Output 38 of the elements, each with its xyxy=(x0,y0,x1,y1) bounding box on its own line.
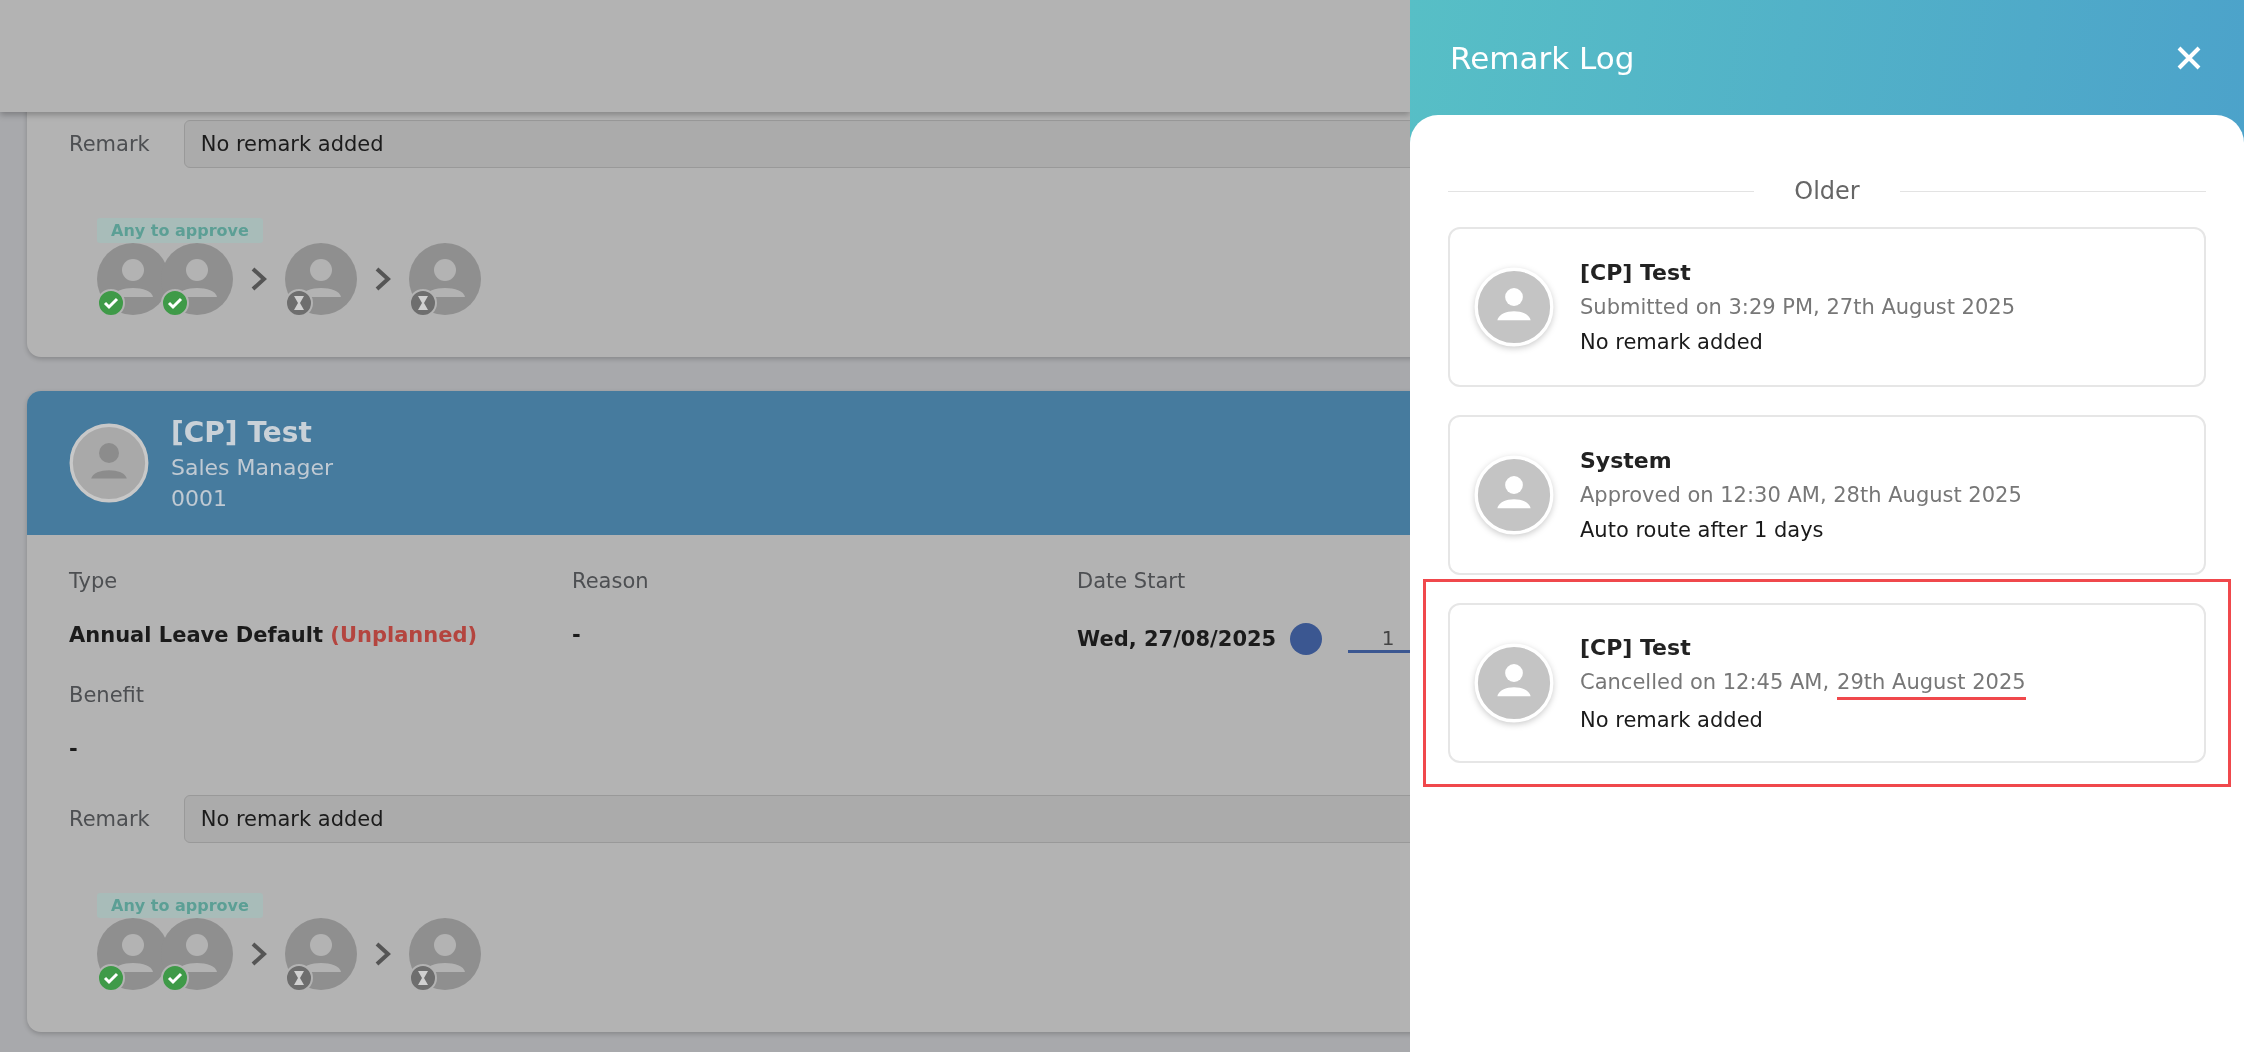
author-name: [CP] Test xyxy=(1580,634,1692,660)
remark-text: Auto route after 1 days xyxy=(1580,518,1825,542)
approval-rule-badge: Any to approve xyxy=(97,893,263,918)
author-name: System xyxy=(1580,448,1673,473)
close-icon xyxy=(2176,44,2202,71)
chevron-right-icon xyxy=(373,940,393,968)
field-label: Reason xyxy=(572,569,650,593)
field-label: Date Start xyxy=(1077,569,1187,593)
avatar-icon xyxy=(69,423,149,503)
field-value: - xyxy=(69,737,79,761)
timestamp-text: Cancelled on 12:45 AM, xyxy=(1580,669,1830,696)
timestamp-text: Submitted on 3:29 PM, 27th August 2025 xyxy=(1580,295,2015,321)
chevron-right-icon xyxy=(249,940,269,968)
remark-text: No remark added xyxy=(1580,330,1764,354)
field-value: Wed, 27/08/2025 xyxy=(1077,627,1277,651)
drawer-title: Remark Log xyxy=(1450,39,1635,76)
field-value: - xyxy=(572,623,582,647)
remark-field: No remark added xyxy=(183,120,1410,168)
remark-field: No remark added xyxy=(183,795,1410,843)
timeline-dot xyxy=(1290,623,1323,655)
employee-name: [CP] Test xyxy=(171,415,313,449)
chevron-right-icon xyxy=(249,265,269,293)
author-name: [CP] Test xyxy=(1580,260,1692,285)
section-divider-label: Older xyxy=(1794,177,1860,205)
approval-rule-badge: Any to approve xyxy=(97,218,263,243)
field-label: Remark xyxy=(69,132,150,156)
employee-position: Sales Manager xyxy=(171,454,333,480)
chevron-right-icon xyxy=(373,265,393,293)
timeline-line xyxy=(1348,649,1410,653)
remark-text: No remark added xyxy=(1580,707,1764,732)
timestamp-text: 29th August 2025 xyxy=(1837,669,2026,700)
timestamp-text: Approved on 12:30 AM, 28th August 2025 xyxy=(1580,483,2022,509)
field-label: Type xyxy=(69,569,119,593)
employee-code: 0001 xyxy=(171,485,228,511)
timeline-label: 1 xyxy=(1381,625,1395,650)
field-value: Annual Leave Default (Unplanned) xyxy=(69,623,479,647)
field-label: Benefit xyxy=(69,683,146,707)
field-label: Remark xyxy=(69,807,150,831)
